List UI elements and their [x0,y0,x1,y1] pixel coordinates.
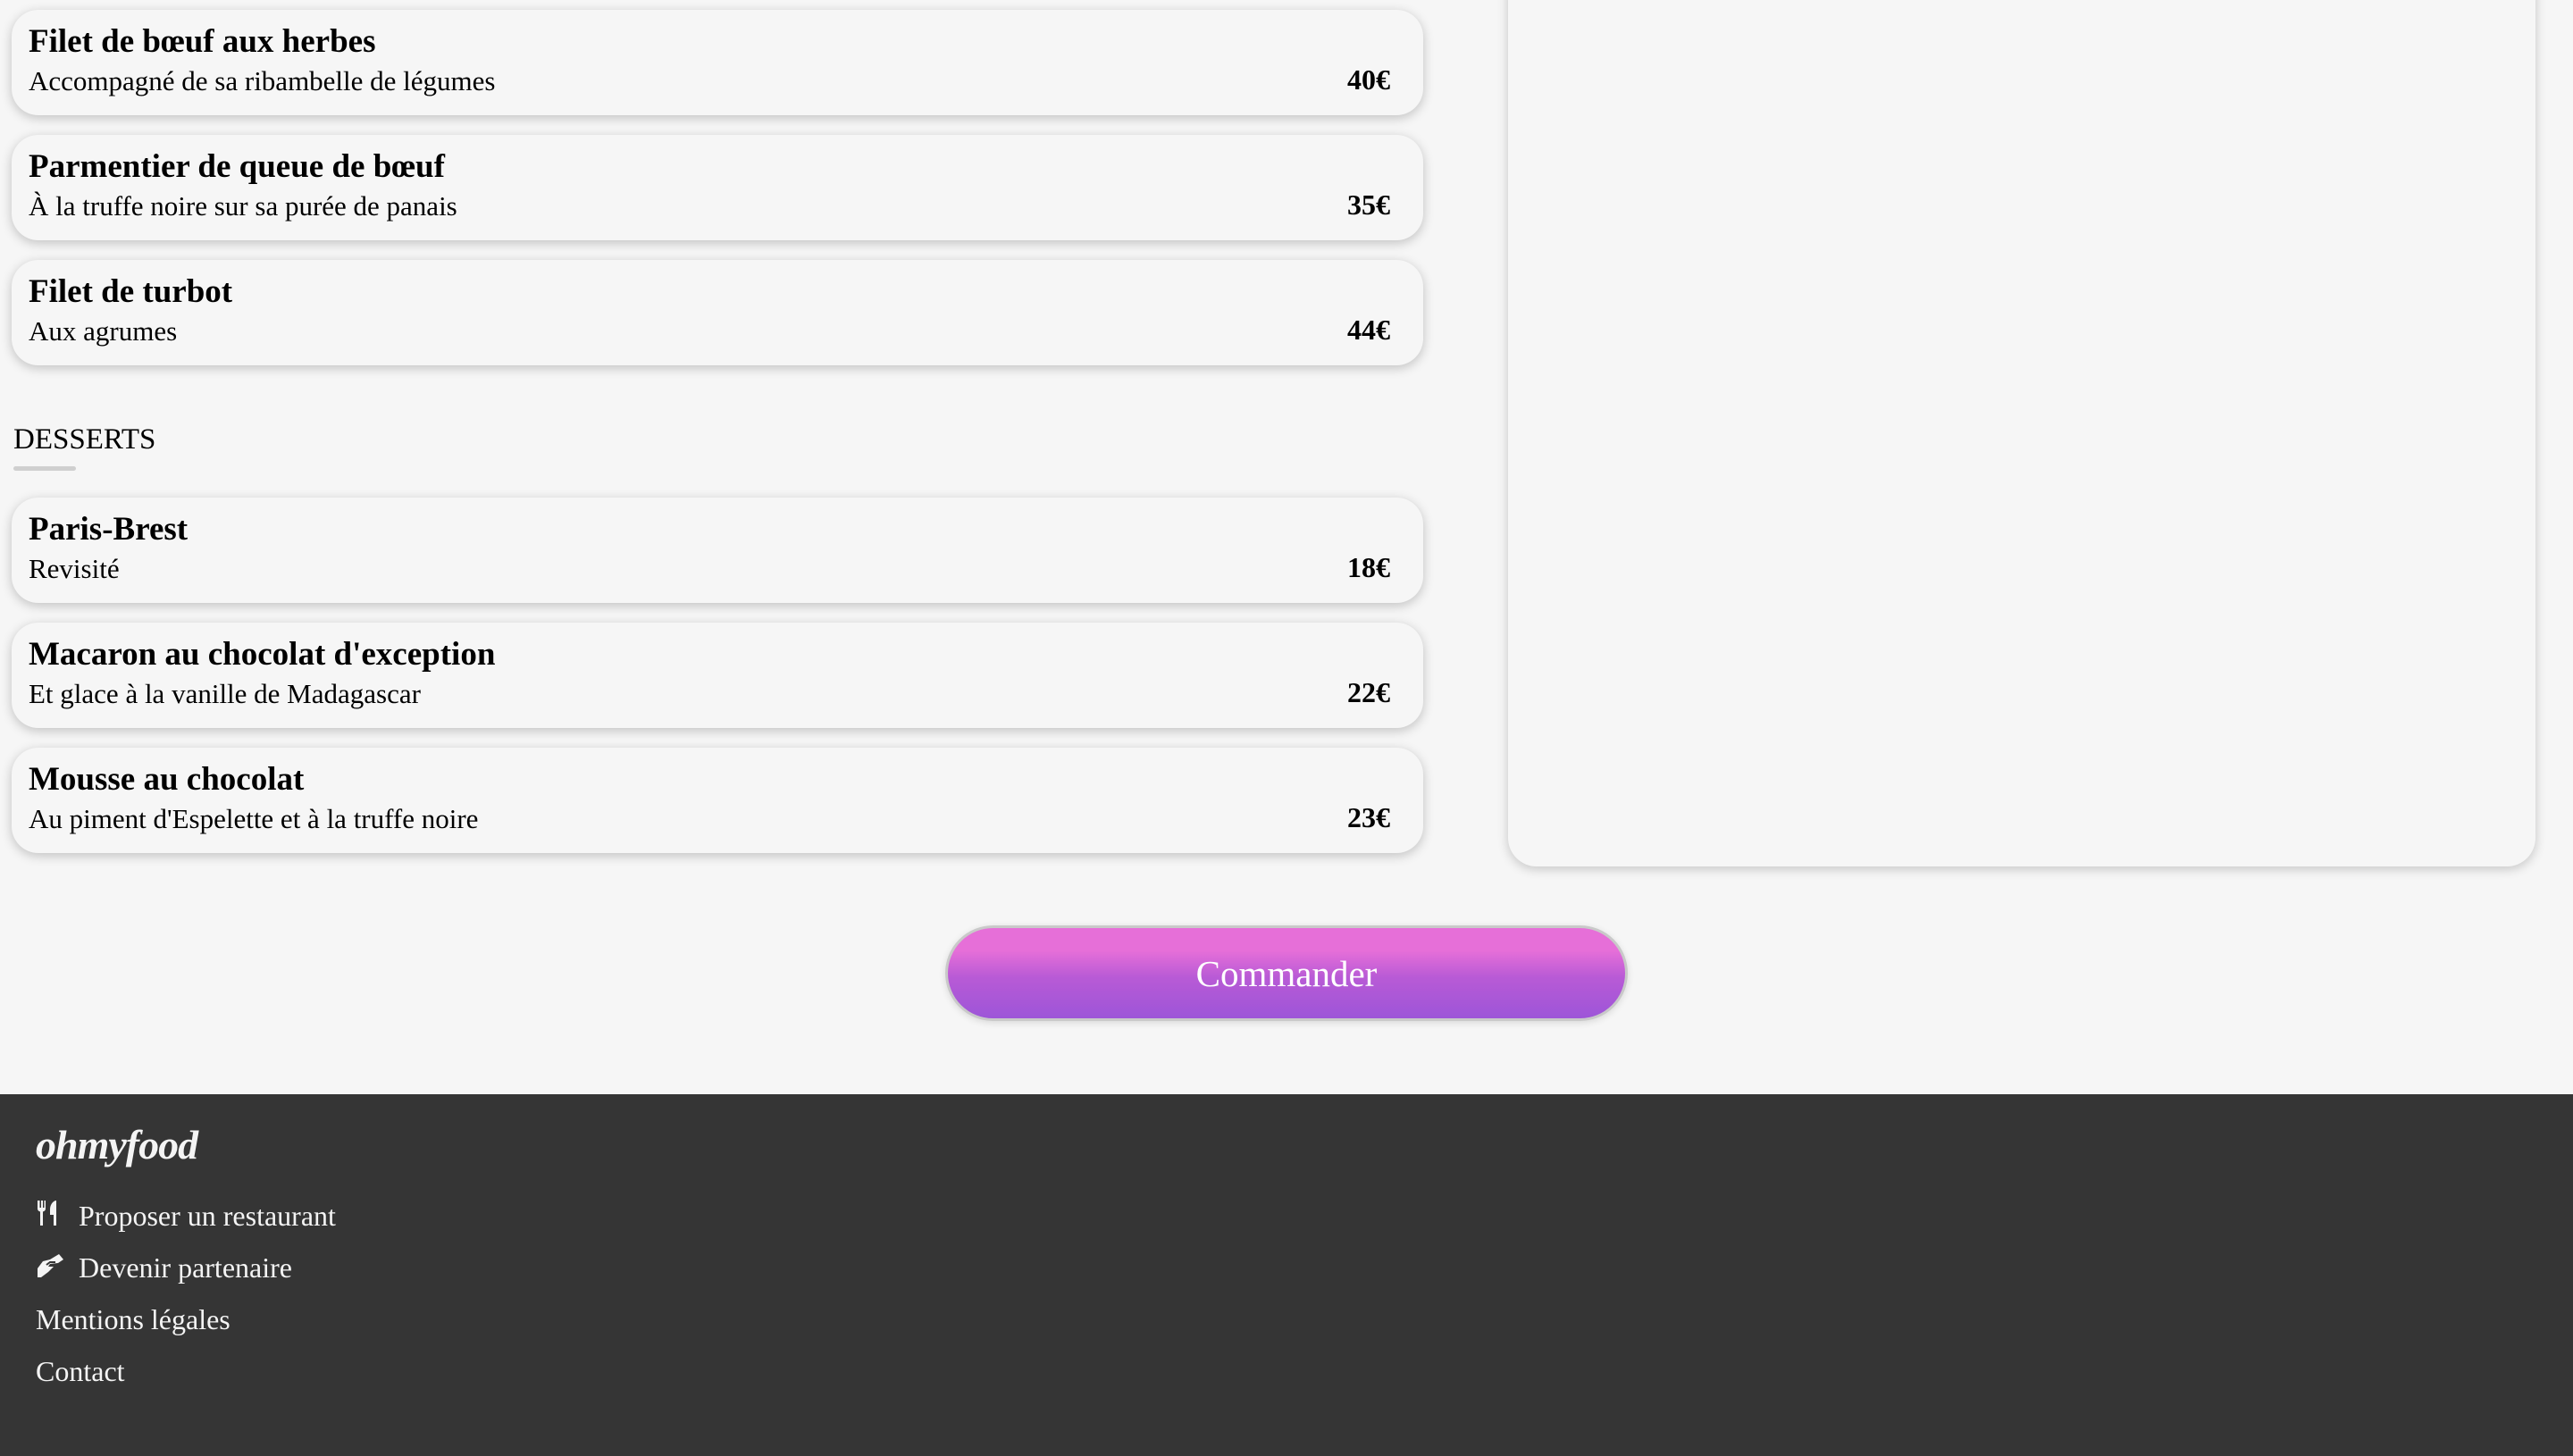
dish-price: 35€ [1347,188,1390,221]
dish-description: À la truffe noire sur sa purée de panais [29,190,457,222]
utensils-icon [36,1200,79,1233]
footer-link-become-partner[interactable]: Devenir partenaire [36,1251,292,1284]
dish-price: 40€ [1347,63,1390,96]
dish-title: Mousse au chocolat [29,761,305,798]
menu-item[interactable]: Macaron au chocolat d'exception Et glace… [12,623,1423,728]
dish-price: 18€ [1347,551,1390,583]
menu-item[interactable]: Filet de turbot Aux agrumes 44€ [12,260,1423,365]
dish-description: Et glace à la vanille de Madagascar [29,678,421,709]
menu-item[interactable]: Filet de bœuf aux herbes Accompagné de s… [12,10,1423,115]
menu-item[interactable]: Mousse au chocolat Au piment d'Espelette… [12,748,1423,853]
footer-link-label: Proposer un restaurant [79,1200,336,1232]
side-panel [1508,0,2535,866]
footer-link-legal[interactable]: Mentions légales [36,1303,230,1336]
footer-link-label: Devenir partenaire [79,1251,292,1284]
section-underline [13,466,76,471]
section-title-desserts: DESSERTS [13,423,156,456]
dish-title: Paris-Brest [29,511,189,548]
dish-description: Aux agrumes [29,315,178,347]
footer: ohmyfood Proposer un restaurant Devenir … [0,1094,2573,1456]
dish-price: 23€ [1347,801,1390,833]
dish-description: Au piment d'Espelette et à la truffe noi… [29,803,479,834]
dish-price: 22€ [1347,676,1390,708]
order-button[interactable]: Commander [945,925,1628,1021]
dish-title: Filet de bœuf aux herbes [29,23,376,60]
dish-title: Filet de turbot [29,273,233,310]
dish-title: Macaron au chocolat d'exception [29,636,496,673]
footer-logo[interactable]: ohmyfood [36,1121,198,1168]
dish-description: Revisité [29,553,120,584]
menu-item[interactable]: Parmentier de queue de bœuf À la truffe … [12,135,1423,240]
handshake-icon [36,1251,79,1284]
footer-link-propose-restaurant[interactable]: Proposer un restaurant [36,1200,336,1233]
footer-link-contact[interactable]: Contact [36,1355,125,1388]
menu-item[interactable]: Paris-Brest Revisité 18€ [12,498,1423,603]
dish-title: Parmentier de queue de bœuf [29,148,445,185]
dish-price: 44€ [1347,314,1390,346]
dish-description: Accompagné de sa ribambelle de légumes [29,65,496,96]
